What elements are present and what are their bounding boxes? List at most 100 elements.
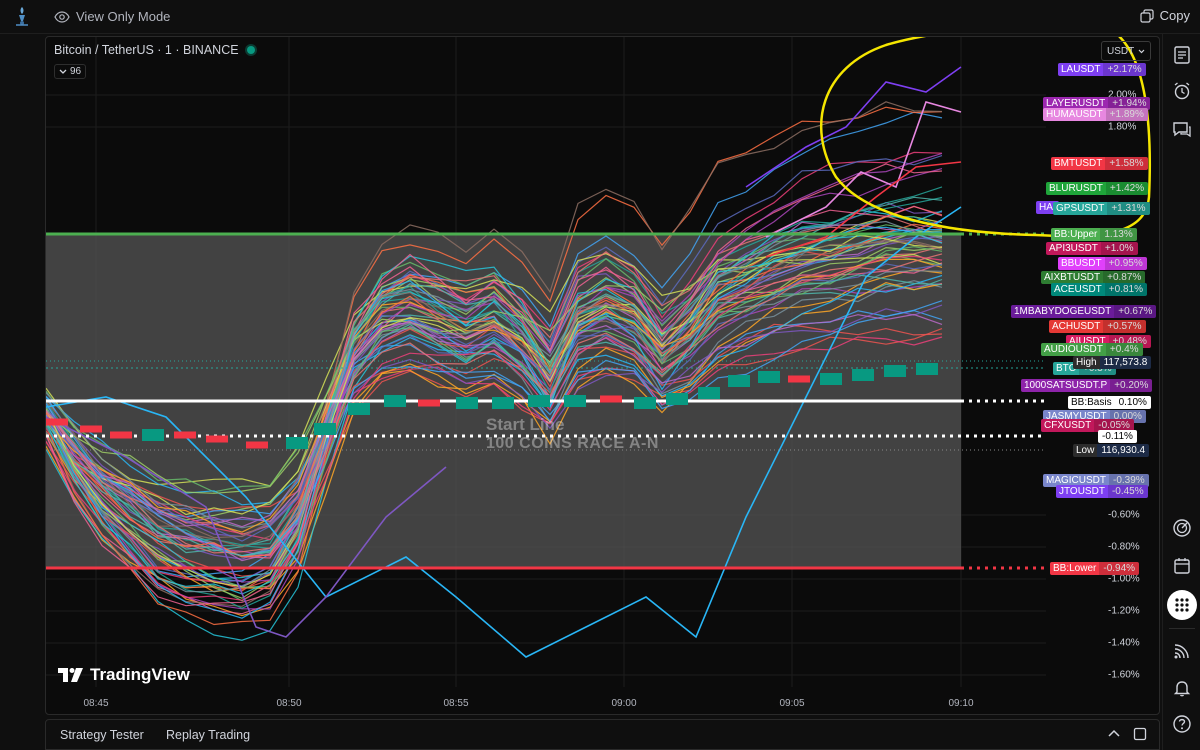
indicators-collapse-button[interactable]: 96: [54, 64, 86, 79]
y-tick-label: -1.20%: [1108, 605, 1140, 617]
series-label: 1000SATSUSDT.P +0.20%: [1021, 379, 1153, 392]
copy-button[interactable]: Copy: [1140, 8, 1190, 23]
series-label-name: BB:Upper: [1051, 228, 1101, 241]
btc-candle-up: [728, 375, 750, 387]
market-status-icon: [246, 46, 255, 54]
series-label-name: BB:Lower: [1050, 562, 1100, 575]
series-label: HUMAUSDT +1.89%: [1043, 108, 1148, 121]
series-label: BLURUSDT +1.42%: [1046, 182, 1149, 195]
bell-icon[interactable]: [1172, 678, 1192, 698]
chevron-down-icon: [1138, 49, 1145, 53]
series-label-name: BBUSDT: [1058, 257, 1105, 270]
btc-candle-down: [418, 399, 440, 407]
y-tick-label: 1.80%: [1108, 121, 1137, 133]
chart-pane[interactable]: Bitcoin / TetherUS · 1 · BINANCE 96 USDT…: [45, 36, 1160, 715]
x-tick-label: 09:05: [779, 698, 805, 709]
tradingview-icon: [58, 668, 83, 682]
sidebar-separator: [1169, 628, 1195, 629]
x-tick-label: 08:55: [443, 698, 469, 709]
series-label: ACHUSDT +0.57%: [1049, 320, 1146, 333]
btc-candle-up: [564, 395, 586, 407]
chart-canvas[interactable]: [46, 37, 1160, 715]
view-only-mode: View Only Mode: [54, 9, 170, 24]
alarm-icon[interactable]: [1172, 81, 1192, 101]
apps-icon: [1175, 598, 1189, 612]
series-label-pct: +1.58%: [1105, 157, 1148, 170]
high-price-label: High 117,573.8: [1073, 356, 1152, 369]
series-label-name: BLURUSDT: [1046, 182, 1106, 195]
coin-line: [765, 101, 962, 238]
eye-icon: [54, 10, 70, 23]
series-label: BBUSDT +0.95%: [1058, 257, 1147, 270]
series-label: JTOUSDT -0.45%: [1056, 485, 1148, 498]
btc-candle-down: [80, 425, 102, 433]
help-icon[interactable]: [1172, 714, 1192, 734]
watchlist-icon[interactable]: [1172, 45, 1192, 65]
calendar-icon[interactable]: [1172, 556, 1192, 576]
copy-icon: [1140, 8, 1154, 23]
watermark-start-line: Start Line: [486, 415, 565, 434]
series-label-pct: +0.20%: [1110, 379, 1153, 392]
symbol-title[interactable]: Bitcoin / TetherUS · 1 · BINANCE: [54, 43, 255, 57]
series-label: ACEUSDT +0.81%: [1051, 283, 1147, 296]
chevron-down-icon: [59, 69, 67, 74]
x-tick-label: 08:45: [83, 698, 109, 709]
series-label: -0.11%: [1098, 430, 1137, 443]
tab-replay-trading[interactable]: Replay Trading: [166, 728, 250, 742]
tab-strategy-tester[interactable]: Strategy Tester: [60, 728, 144, 742]
series-label: BB:Upper 1.13%: [1051, 228, 1137, 241]
y-tick-label: -0.80%: [1108, 541, 1140, 553]
currency-select[interactable]: USDT: [1101, 41, 1151, 61]
series-label-pct: +0.67%: [1114, 305, 1157, 318]
logo-icon[interactable]: [12, 5, 32, 27]
bottom-panel: Strategy Tester Replay Trading: [45, 719, 1160, 750]
series-label-name: ACHUSDT: [1049, 320, 1104, 333]
series-label: BB:Lower -0.94%: [1050, 562, 1140, 575]
app-root: View Only Mode Copy Bitcoin / TetherUS ·…: [0, 0, 1200, 750]
top-bar: View Only Mode Copy: [0, 0, 1200, 34]
symbol-title-text: Bitcoin / TetherUS · 1 · BINANCE: [54, 43, 239, 57]
series-label-pct: -0.45%: [1107, 485, 1148, 498]
series-label-pct: +1.42%: [1105, 182, 1149, 195]
x-tick-label: 09:10: [948, 698, 974, 709]
chevron-up-icon[interactable]: [1107, 728, 1121, 740]
btc-candle-down: [206, 435, 228, 443]
series-label-pct: 0.10%: [1114, 396, 1151, 409]
watermark-race-title: 100 COINS RACE A-N: [486, 435, 659, 452]
series-label-name: ACEUSDT: [1051, 283, 1105, 296]
series-label-name: 1MBABYDOGEUSDT: [1011, 305, 1115, 318]
apps-button[interactable]: [1167, 590, 1197, 620]
tradingview-logo[interactable]: TradingView: [58, 665, 190, 685]
series-label-name: LAUSDT: [1058, 63, 1104, 76]
series-label-name: AUDIOUSDT: [1041, 343, 1106, 356]
series-label-pct: +0.81%: [1104, 283, 1147, 296]
target-icon[interactable]: [1172, 518, 1192, 538]
low-price-label: Low 116,930.4: [1073, 444, 1150, 457]
series-label-name: HUMAUSDT: [1043, 108, 1106, 121]
btc-candle-up: [286, 437, 308, 449]
series-label-name: JTOUSDT: [1056, 485, 1108, 498]
tradingview-brand-text: TradingView: [90, 665, 190, 684]
y-tick-label: -0.60%: [1108, 509, 1140, 521]
y-tick-label: -1.60%: [1108, 669, 1140, 681]
signal-icon[interactable]: [1172, 641, 1192, 661]
series-label-name: GPSUSDT: [1053, 202, 1108, 215]
series-label-name: CFXUSDT: [1041, 419, 1095, 432]
btc-candle-up: [384, 395, 406, 407]
btc-candle-down: [174, 431, 196, 439]
btc-candle-up: [528, 395, 550, 407]
btc-candle-up: [456, 397, 478, 409]
btc-candle-down: [110, 431, 132, 439]
btc-candle-down: [788, 375, 810, 383]
maximize-icon[interactable]: [1133, 727, 1147, 741]
copy-label: Copy: [1159, 8, 1190, 23]
chat-icon[interactable]: [1172, 120, 1192, 140]
series-label: API3USDT +1.0%: [1046, 242, 1138, 255]
btc-candle-up: [820, 373, 842, 385]
right-sidebar: [1162, 34, 1200, 750]
series-label-pct: +1.0%: [1100, 242, 1138, 255]
high-label-text: High: [1073, 356, 1100, 369]
btc-candle-up: [492, 397, 514, 409]
series-label-pct: +1.89%: [1105, 108, 1148, 121]
series-label-pct: +2.17%: [1103, 63, 1146, 76]
